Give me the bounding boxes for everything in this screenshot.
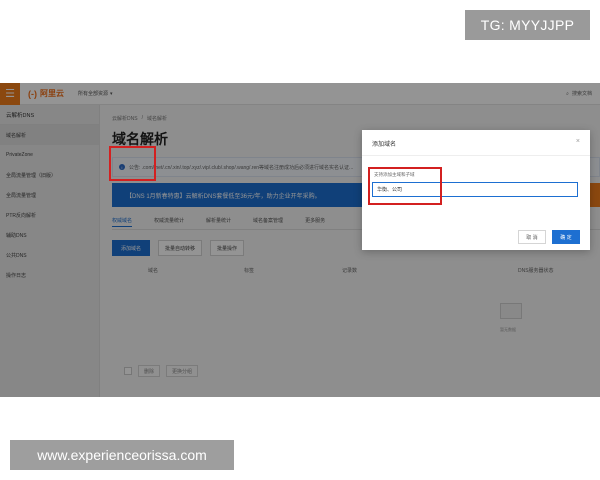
dialog-divider [362,155,590,156]
confirm-button[interactable]: 确 定 [552,230,580,244]
highlight-domain-input [368,167,442,205]
watermark-top: TG: MYYJJPP [465,10,590,40]
watermark-bottom: www.experienceorissa.com [10,440,234,470]
console-screenshot: ☰ (-) 阿里云 所有全部资源 ▾ ⌕ 搜索文档 云解析DNS 域名解析 Pr… [0,83,600,397]
dialog-title: 添加域名 [372,142,397,148]
cancel-button[interactable]: 取 消 [518,230,546,244]
close-icon[interactable]: × [576,138,580,145]
highlight-add-button [109,146,156,181]
dialog-buttons: 取 消 确 定 [518,230,580,244]
